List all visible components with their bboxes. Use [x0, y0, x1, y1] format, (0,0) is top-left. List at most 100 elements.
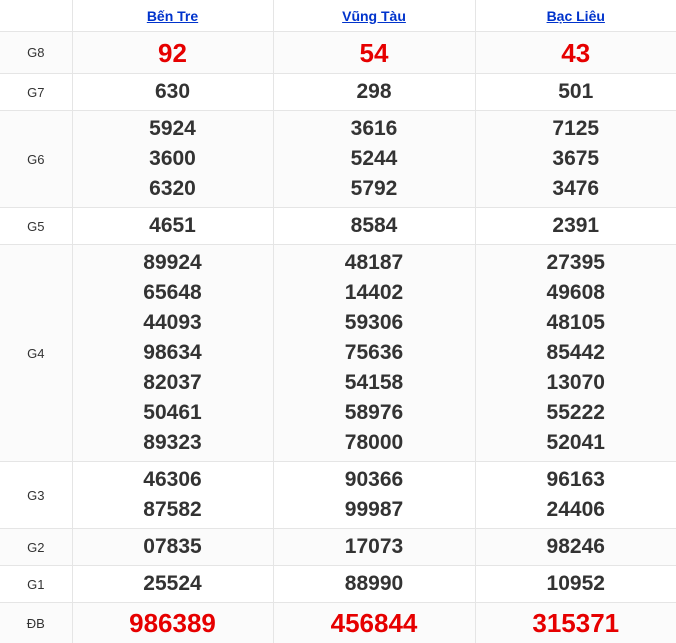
province-header-row: Bến Tre Vũng Tàu Bạc Liêu	[0, 0, 676, 32]
province-link-bac-lieu[interactable]: Bạc Liêu	[547, 8, 605, 24]
prize-number: 43	[561, 37, 591, 68]
prize-cell: 46306 87582	[71, 461, 274, 529]
prize-number: 55222	[546, 401, 605, 424]
prize-number: 54158	[344, 371, 404, 394]
prize-number: 89924	[143, 251, 202, 274]
prize-cell: 25524	[71, 565, 274, 603]
prize-number: 630	[154, 80, 191, 103]
prize-number: 24406	[546, 498, 605, 521]
prize-number: 98634	[143, 341, 202, 364]
prize-cell: 501	[474, 73, 676, 111]
prize-number: 50461	[143, 401, 202, 424]
prize-cell: 7125 3675 3476	[474, 110, 676, 208]
special-prize-number: 315371	[532, 608, 620, 638]
prize-number: 501	[558, 80, 594, 103]
prize-number: 10952	[546, 572, 605, 595]
prize-label: G7	[0, 73, 73, 111]
province-header: Bạc Liêu	[474, 0, 676, 32]
prize-cell: 54	[272, 31, 476, 74]
prize-number: 54	[359, 37, 389, 68]
prize-number: 8584	[350, 214, 398, 237]
prize-number: 3600	[149, 147, 196, 170]
prize-number: 96163	[546, 468, 605, 491]
prize-cell: 3616 5244 5792	[272, 110, 476, 208]
prize-cell: 96163 24406	[474, 461, 676, 529]
prize-number: 14402	[344, 281, 404, 304]
prize-number: 52041	[546, 431, 605, 454]
prize-label: ĐB	[0, 602, 73, 643]
prize-row-g6: G6 5924 3600 6320 3616 5244 5792 7125 36…	[0, 110, 676, 208]
prize-number: 89323	[143, 431, 202, 454]
prize-label: G6	[0, 110, 73, 208]
prize-number: 92	[158, 37, 187, 68]
prize-row-g8: G8 92 54 43	[0, 31, 676, 74]
prize-number: 58976	[344, 401, 404, 424]
lottery-results-table: Bến Tre Vũng Tàu Bạc Liêu G8 92 54 43 G7…	[0, 0, 676, 643]
prize-number: 90366	[344, 468, 404, 491]
province-link-ben-tre[interactable]: Bến Tre	[147, 8, 198, 24]
prize-cell: 90366 99987	[272, 461, 476, 529]
prize-cell: 98246	[474, 528, 676, 566]
prize-number: 4651	[149, 214, 196, 237]
prize-number: 7125	[552, 117, 600, 140]
prize-number: 27395	[546, 251, 605, 274]
prize-number: 65648	[143, 281, 202, 304]
special-prize-number: 986389	[129, 608, 216, 638]
prize-label: G1	[0, 565, 73, 603]
prize-cell: 630	[71, 73, 274, 111]
prize-number: 49608	[546, 281, 605, 304]
prize-cell: 8584	[272, 207, 476, 245]
prize-label: G8	[0, 31, 73, 74]
prize-number: 82037	[143, 371, 202, 394]
prize-number: 59306	[344, 311, 404, 334]
prize-cell: 27395 49608 48105 85442 13070 55222 5204…	[474, 244, 676, 462]
special-prize-number: 456844	[330, 608, 418, 638]
prize-number: 07835	[143, 535, 202, 558]
prize-number: 75636	[344, 341, 404, 364]
prize-number: 46306	[143, 468, 202, 491]
prize-number: 25524	[143, 572, 202, 595]
prize-number: 98246	[546, 535, 605, 558]
prize-number: 78000	[344, 431, 404, 454]
prize-cell: 2391	[474, 207, 676, 245]
prize-cell: 315371	[474, 602, 676, 643]
prize-number: 5924	[149, 117, 196, 140]
prize-row-g5: G5 4651 8584 2391	[0, 207, 676, 245]
prize-label: G5	[0, 207, 73, 245]
prize-number: 13070	[546, 371, 605, 394]
province-header: Vũng Tàu	[272, 0, 476, 32]
prize-number: 5792	[350, 177, 398, 200]
prize-row-g3: G3 46306 87582 90366 99987 96163 24406	[0, 461, 676, 529]
prize-label: G2	[0, 528, 73, 566]
prize-row-g2: G2 07835 17073 98246	[0, 528, 676, 566]
prize-cell: 88990	[272, 565, 476, 603]
prize-cell: 10952	[474, 565, 676, 603]
prize-cell: 43	[474, 31, 676, 74]
prize-number: 3616	[350, 117, 398, 140]
prize-cell: 48187 14402 59306 75636 54158 58976 7800…	[272, 244, 476, 462]
prize-cell: 92	[71, 31, 274, 74]
prize-cell: 298	[272, 73, 476, 111]
prize-number: 2391	[552, 214, 600, 237]
prize-cell: 456844	[272, 602, 476, 643]
prize-row-g4: G4 89924 65648 44093 98634 82037 50461 8…	[0, 244, 676, 462]
prize-number: 3675	[552, 147, 600, 170]
province-link-vung-tau[interactable]: Vũng Tàu	[342, 8, 406, 24]
prize-number: 44093	[143, 311, 202, 334]
prize-cell: 17073	[272, 528, 476, 566]
prize-number: 87582	[143, 498, 202, 521]
prize-number: 48187	[344, 251, 404, 274]
prize-number: 88990	[344, 572, 404, 595]
header-corner	[0, 0, 73, 32]
prize-cell: 4651	[71, 207, 274, 245]
prize-row-special: ĐB 986389 456844 315371	[0, 602, 676, 643]
prize-number: 298	[356, 80, 392, 103]
prize-cell: 986389	[71, 602, 274, 643]
prize-cell: 89924 65648 44093 98634 82037 50461 8932…	[71, 244, 274, 462]
prize-number: 6320	[149, 177, 196, 200]
prize-cell: 5924 3600 6320	[71, 110, 274, 208]
prize-number: 85442	[546, 341, 605, 364]
prize-number: 3476	[552, 177, 600, 200]
province-header: Bến Tre	[71, 0, 274, 32]
prize-label: G4	[0, 244, 73, 462]
